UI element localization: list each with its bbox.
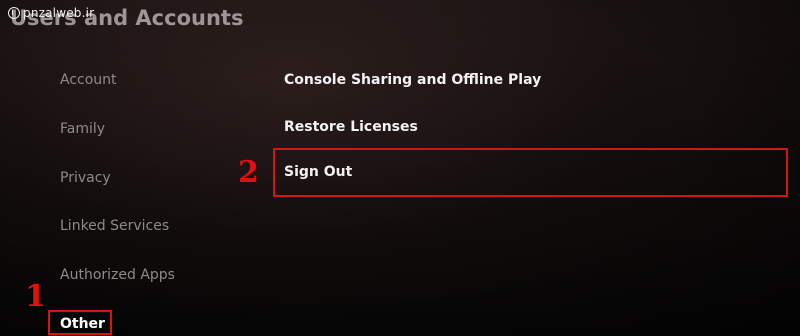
step-number-1: 1 [25,279,46,314]
sidebar-item-privacy[interactable]: Privacy [60,170,111,186]
menu-item-restore-licenses[interactable]: Restore Licenses [284,119,418,135]
watermark: pnzalweb.ir [8,6,94,20]
sidebar-item-linked-services[interactable]: Linked Services [60,218,169,234]
sidebar-item-authorized-apps[interactable]: Authorized Apps [60,267,175,283]
info-circle-icon [8,7,20,19]
sidebar-item-family[interactable]: Family [60,121,105,137]
sidebar-item-account[interactable]: Account [60,72,117,88]
step-number-2: 2 [238,155,259,190]
watermark-text: pnzalweb.ir [23,6,95,20]
highlight-box-other [48,310,112,335]
highlight-box-sign-out [273,148,788,197]
menu-item-console-sharing[interactable]: Console Sharing and Offline Play [284,72,541,88]
